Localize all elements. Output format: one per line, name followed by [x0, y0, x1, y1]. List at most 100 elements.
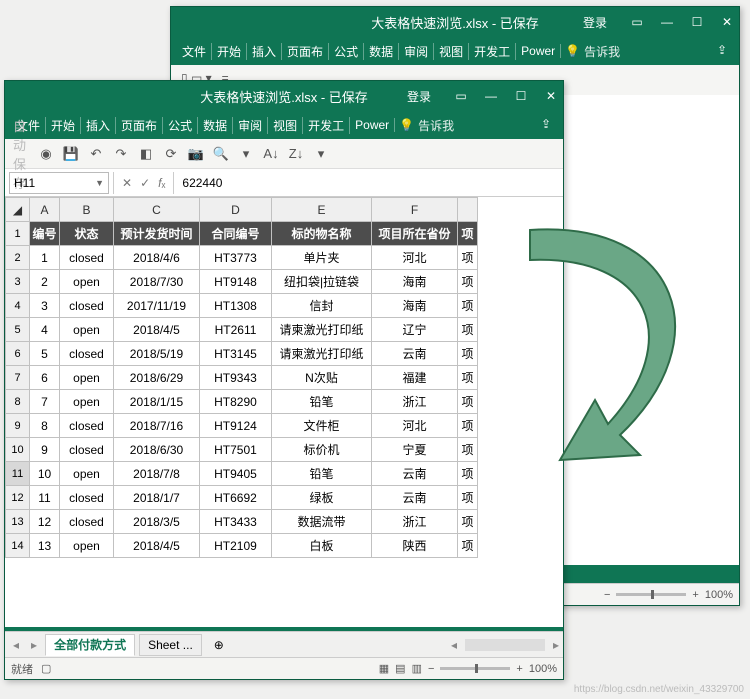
cell[interactable]: HT1308 — [200, 294, 272, 318]
login-link[interactable]: 登录 — [583, 14, 607, 31]
login-link-front[interactable]: 登录 — [407, 88, 431, 105]
add-sheet-button[interactable]: ⊕ — [206, 634, 232, 656]
cell[interactable]: 项 — [458, 462, 478, 486]
col-header-C[interactable]: C — [114, 198, 200, 222]
cell[interactable]: 2018/4/6 — [114, 246, 200, 270]
touch-icon[interactable]: ◧ — [138, 146, 154, 162]
tab-nav-next[interactable]: ▸ — [27, 638, 41, 652]
zoom-in-icon[interactable]: + — [516, 663, 522, 675]
menu-formulas[interactable]: 公式 — [329, 43, 364, 60]
cell[interactable]: closed — [60, 438, 114, 462]
cell[interactable]: 项 — [458, 390, 478, 414]
cell[interactable]: HT6692 — [200, 486, 272, 510]
cell[interactable]: 2018/6/30 — [114, 438, 200, 462]
zoom-level[interactable]: 100% — [529, 663, 557, 675]
cell[interactable]: 项 — [458, 246, 478, 270]
cell[interactable]: HT9343 — [200, 366, 272, 390]
menu-home[interactable]: 开始 — [46, 117, 81, 134]
menu-data[interactable]: 数据 — [364, 43, 399, 60]
menu-review[interactable]: 审阅 — [399, 43, 434, 60]
row-header-1[interactable]: 1 — [6, 222, 30, 246]
cell[interactable]: closed — [60, 294, 114, 318]
cell[interactable]: 云南 — [372, 462, 458, 486]
cell[interactable]: 项 — [458, 270, 478, 294]
formula-value[interactable]: 622440 — [174, 172, 563, 194]
cell[interactable]: HT7501 — [200, 438, 272, 462]
row-header-2[interactable]: 2 — [6, 246, 30, 270]
more-icon[interactable]: ▾ — [238, 146, 254, 162]
cell[interactable]: 浙江 — [372, 510, 458, 534]
cell[interactable]: 海南 — [372, 294, 458, 318]
zoom-slider[interactable] — [616, 593, 686, 596]
menu-pagelayout[interactable]: 页面布 — [116, 117, 163, 134]
menu-developer[interactable]: 开发工 — [303, 117, 350, 134]
row-header-11[interactable]: 11 — [6, 462, 30, 486]
cell[interactable]: 2018/1/15 — [114, 390, 200, 414]
close-icon[interactable]: ✕ — [543, 88, 559, 104]
cell[interactable]: 2018/7/30 — [114, 270, 200, 294]
cell[interactable]: 河北 — [372, 414, 458, 438]
cell[interactable]: 铅笔 — [272, 390, 372, 414]
sheet-grid[interactable]: ◢ A B C D E F 1 编号 状态 预计发货时间 合同编号 标的物名称 … — [5, 197, 478, 558]
cell[interactable]: 3 — [30, 294, 60, 318]
cell[interactable]: open — [60, 462, 114, 486]
cell[interactable]: 标价机 — [272, 438, 372, 462]
menu-view[interactable]: 视图 — [268, 117, 303, 134]
maximize-icon[interactable]: ☐ — [689, 14, 705, 30]
menu-insert[interactable]: 插入 — [81, 117, 116, 134]
tab-nav-prev[interactable]: ◂ — [9, 638, 23, 652]
cell[interactable]: 请柬激光打印纸 — [272, 318, 372, 342]
menu-insert[interactable]: 插入 — [247, 43, 282, 60]
cell[interactable]: 项 — [458, 510, 478, 534]
cell[interactable]: 8 — [30, 414, 60, 438]
minimize-icon[interactable]: — — [483, 88, 499, 104]
row-header-8[interactable]: 8 — [6, 390, 30, 414]
cell[interactable]: 福建 — [372, 366, 458, 390]
search-icon[interactable]: 🔍 — [213, 146, 229, 162]
cell[interactable]: 云南 — [372, 342, 458, 366]
hscroll-right-icon[interactable]: ▸ — [553, 638, 559, 652]
cell[interactable]: 文件柜 — [272, 414, 372, 438]
cell[interactable]: open — [60, 390, 114, 414]
cell[interactable]: open — [60, 270, 114, 294]
sort-desc-icon[interactable]: Z↓ — [288, 146, 304, 162]
cell[interactable]: 2018/7/16 — [114, 414, 200, 438]
cell[interactable]: open — [60, 366, 114, 390]
namebox-dropdown-icon[interactable]: ▼ — [95, 178, 104, 188]
cell[interactable]: 2018/5/19 — [114, 342, 200, 366]
hscroll-left-icon[interactable]: ◂ — [451, 638, 457, 652]
view-pagebreak-icon[interactable]: ▥ — [412, 662, 422, 675]
menu-developer[interactable]: 开发工 — [469, 43, 516, 60]
zoom-level[interactable]: 100% — [705, 589, 733, 601]
cell[interactable]: 项 — [458, 438, 478, 462]
col-header-G[interactable] — [458, 198, 478, 222]
cell[interactable]: 信封 — [272, 294, 372, 318]
cell[interactable]: 铅笔 — [272, 462, 372, 486]
col-header-F[interactable]: F — [372, 198, 458, 222]
cell[interactable]: 项 — [458, 486, 478, 510]
cell[interactable]: 7 — [30, 390, 60, 414]
cell[interactable]: 请柬激光打印纸 — [272, 342, 372, 366]
cell[interactable]: 2017/11/19 — [114, 294, 200, 318]
cell[interactable]: 11 — [30, 486, 60, 510]
tell-me[interactable]: 💡 告诉我 — [399, 117, 454, 134]
row-header-14[interactable]: 14 — [6, 534, 30, 558]
row-header-5[interactable]: 5 — [6, 318, 30, 342]
cell[interactable]: 2018/3/5 — [114, 510, 200, 534]
cell[interactable]: 1 — [30, 246, 60, 270]
fx-icon[interactable]: fₓ — [158, 176, 165, 190]
cell[interactable]: closed — [60, 486, 114, 510]
cell[interactable]: 2018/7/8 — [114, 462, 200, 486]
ribbon-display-icon[interactable]: ▭ — [629, 14, 645, 30]
cell[interactable]: closed — [60, 246, 114, 270]
cell[interactable]: 项 — [458, 534, 478, 558]
minimize-icon[interactable]: — — [659, 14, 675, 30]
row-header-13[interactable]: 13 — [6, 510, 30, 534]
zoom-out-icon[interactable]: − — [428, 663, 434, 675]
sheet-tab-active[interactable]: 全部付款方式 — [45, 634, 135, 656]
cell[interactable]: HT9124 — [200, 414, 272, 438]
cell[interactable]: 10 — [30, 462, 60, 486]
cell[interactable]: 项 — [458, 342, 478, 366]
enter-formula-icon[interactable]: ✓ — [140, 176, 150, 190]
cell[interactable]: closed — [60, 342, 114, 366]
